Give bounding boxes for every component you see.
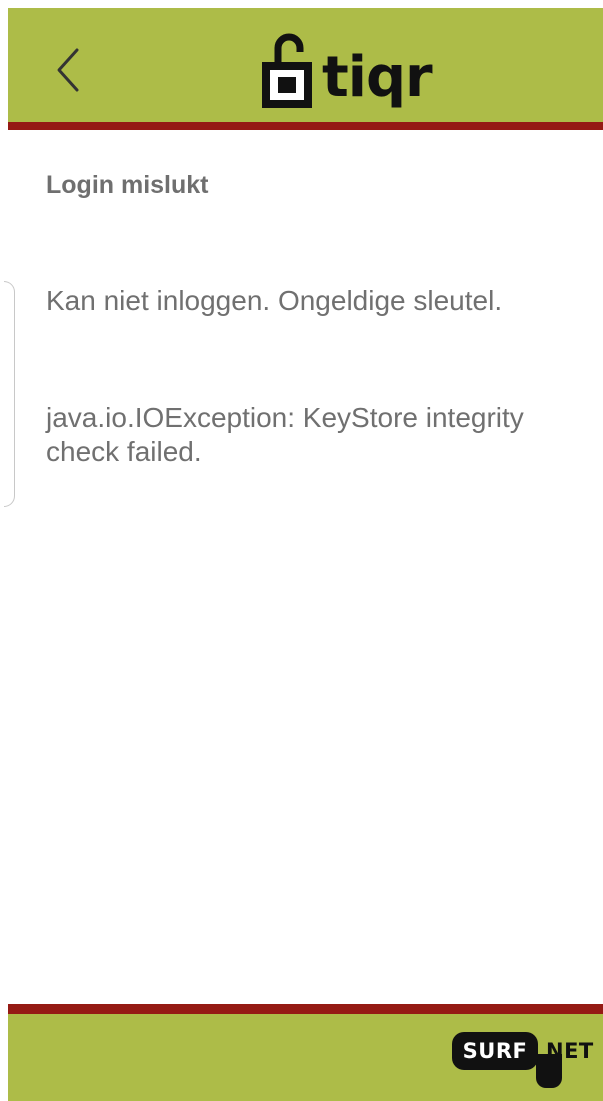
surfnet-logo-net: NET (546, 1039, 594, 1063)
footer-accent-bar (8, 1004, 603, 1014)
header-accent-bar (8, 122, 603, 130)
logo-text: tiqr (322, 45, 433, 110)
error-message: Kan niet inloggen. Ongeldige sleutel. (46, 285, 503, 316)
screen: tiqr Login mislukt Kan niet inloggen. On… (0, 0, 603, 1101)
page-title: Login mislukt (46, 171, 209, 199)
chevron-left-icon (57, 48, 79, 92)
app-header: tiqr (8, 8, 603, 122)
surfnet-logo: SURF NET (452, 1030, 597, 1092)
tiqr-logo: tiqr (260, 26, 450, 116)
open-padlock-icon (262, 33, 312, 108)
edge-panel-handle[interactable] (4, 281, 15, 507)
error-detail: java.io.IOException: KeyStore integrity … (46, 402, 524, 467)
back-button[interactable] (44, 38, 92, 102)
surfnet-logo-surf: SURF (452, 1032, 538, 1070)
